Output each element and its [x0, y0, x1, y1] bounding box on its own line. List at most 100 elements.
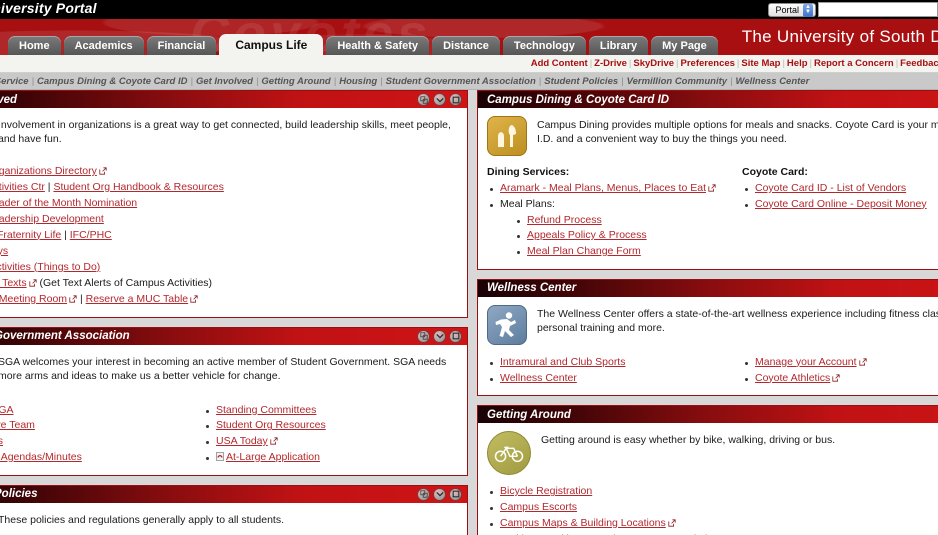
content-link[interactable]: Meeting Agendas/Minutes	[0, 451, 82, 463]
collapse-icon[interactable]	[433, 487, 446, 501]
content-link[interactable]: Student Organizations Directory	[0, 165, 97, 177]
content-link[interactable]: Campus Maps & Building Locations	[500, 517, 666, 529]
content-link[interactable]: Student Leader of the Month Nomination	[0, 197, 137, 209]
content-link[interactable]: Refund Process	[527, 214, 602, 226]
link-list-left: About SGA Executive Team Senators Meeting A…	[0, 403, 203, 466]
content-link[interactable]: Reserve a Meeting Room	[0, 293, 67, 305]
utility-link-preferences[interactable]: Preferences	[681, 58, 735, 69]
utility-link-z-drive[interactable]: Z-Drive	[594, 58, 627, 69]
tab-academics[interactable]: Academics	[63, 36, 144, 55]
external-link-icon	[858, 358, 867, 366]
content-link[interactable]: Student Activities Ctr	[0, 181, 45, 193]
content-link[interactable]: Campus Activities (Things to Do)	[0, 261, 100, 273]
utility-link-add-content[interactable]: Add Content	[531, 58, 588, 69]
content-link[interactable]: Manage your Account	[755, 356, 857, 368]
content-link[interactable]: Wellness Center	[500, 372, 577, 384]
content-link[interactable]: Bicycle Registration	[500, 485, 592, 497]
content-link[interactable]: IFC/PHC	[70, 229, 112, 241]
content-link[interactable]: Student Org Resources	[216, 419, 326, 431]
inline-link-lines: Student Organizations Directory Student A…	[0, 164, 458, 308]
collapse-icon[interactable]	[433, 329, 446, 343]
tab-campus-life[interactable]: Campus Life	[219, 34, 324, 55]
list-item: Appeals Policy & Process	[514, 228, 742, 244]
subnav-link-getting-around[interactable]: Getting Around	[261, 76, 330, 87]
utility-link-report-a-concern[interactable]: Report a Concern	[814, 58, 894, 69]
portlet-header: Student Policies	[0, 485, 467, 503]
subnav-link-housing[interactable]: Housing	[339, 76, 377, 87]
list-item: Manage your Account	[742, 355, 938, 371]
utility-link-feedback[interactable]: Feedback	[900, 58, 938, 69]
portlet-body: SGA welcomes your interest in becoming a…	[0, 345, 467, 475]
maximize-icon[interactable]	[449, 487, 462, 501]
stepper-arrows-icon[interactable]: ▲ ▼	[803, 3, 813, 17]
subnav-link-campus-dining-coyote-card-id[interactable]: Campus Dining & Coyote Card ID	[37, 76, 187, 87]
links-column-left: About SGA Executive Team Senators Meeting A…	[0, 403, 203, 466]
maximize-icon[interactable]	[449, 93, 462, 106]
content-link[interactable]: Appeals Policy & Process	[527, 229, 647, 241]
utility-link-help[interactable]: Help	[787, 58, 808, 69]
content-link[interactable]: Aramark - Meal Plans, Menus, Places to E…	[500, 182, 706, 194]
separator: |	[589, 58, 593, 69]
link-list-right: Standing Committees Student Org Resources…	[203, 403, 458, 466]
portlet-intro: These policies and regulations generally…	[0, 511, 458, 535]
subnav-link-student-government-association[interactable]: Student Government Association	[386, 76, 536, 87]
content-link[interactable]: Coyote Card Online - Deposit Money	[755, 198, 927, 210]
portlet-title: Wellness Center	[487, 282, 577, 295]
tab-distance[interactable]: Distance	[432, 36, 500, 55]
collapse-icon[interactable]	[433, 93, 446, 106]
link-list-right: Manage your Account Coyote Athletics	[742, 355, 938, 387]
content-link[interactable]: Senators	[0, 435, 3, 447]
portlet-intro-text: These policies and regulations generally…	[0, 513, 285, 526]
content-link[interactable]: Reserve a MUC Table	[86, 293, 189, 305]
search-input[interactable]	[818, 2, 938, 17]
subnav-link-vermillion-community[interactable]: Vermillion Community	[627, 76, 727, 87]
content-link[interactable]: Executive Team	[0, 419, 35, 431]
maximize-icon[interactable]	[449, 329, 462, 343]
links-column-left: Dining Services: Aramark - Meal Plans, Me…	[487, 166, 742, 260]
list-item: USA Today	[203, 434, 458, 450]
content-link[interactable]: Sorority & Fraternity Life	[0, 229, 61, 241]
list-item-note: |	[77, 292, 86, 305]
subnav-link-wellness-center[interactable]: Wellness Center	[736, 76, 810, 87]
content-link[interactable]: Meal Plan Change Form	[527, 245, 641, 257]
portlet-body: Campus Dining provides multiple options …	[478, 108, 938, 269]
content-link[interactable]: At-Large Application	[226, 451, 320, 463]
tab-financial[interactable]: Financial	[146, 36, 217, 55]
content-link[interactable]: Dakota Days	[0, 245, 8, 257]
content-link[interactable]: Campus Escorts	[500, 501, 577, 513]
tab-technology[interactable]: Technology	[502, 36, 586, 55]
subnav-link-student-policies[interactable]: Student Policies	[544, 76, 618, 87]
content-link[interactable]: COYOTES Texts	[0, 277, 27, 289]
tab-my-page[interactable]: My Page	[651, 36, 718, 55]
utility-link-skydrive[interactable]: SkyDrive	[633, 58, 674, 69]
portlet-body: The Wellness Center offers a state-of-th…	[478, 297, 938, 396]
content-link[interactable]: Coyote Card ID - List of Vendors	[755, 182, 906, 194]
tab-home[interactable]: Home	[8, 36, 61, 55]
separator: |	[255, 76, 259, 87]
tab-library[interactable]: Library	[588, 36, 649, 55]
content-link[interactable]: Intramural and Club Sports	[500, 356, 625, 368]
separator: |	[380, 76, 383, 87]
content-link[interactable]: USA Today	[216, 435, 268, 447]
list-item: Senators	[0, 434, 203, 450]
subnav-link-career-service[interactable]: Career Service	[0, 76, 29, 87]
portal-select[interactable]: Portal ▲ ▼	[768, 3, 816, 17]
tab-label: Distance	[443, 39, 489, 52]
content-link[interactable]: About SGA	[0, 404, 14, 416]
portlet-controls	[417, 93, 462, 106]
list-item: Meal Plans: Refund Process Appeals Policy …	[487, 197, 742, 260]
tab-label: Health & Safety	[337, 39, 419, 52]
settings-icon[interactable]	[417, 487, 430, 501]
settings-icon[interactable]	[417, 329, 430, 343]
utility-link-site-map[interactable]: Site Map	[741, 58, 780, 69]
content-link[interactable]: Student Leadership Development	[0, 213, 104, 225]
content-link[interactable]: Standing Committees	[216, 404, 316, 416]
settings-icon[interactable]	[417, 93, 430, 106]
tab-health-safety[interactable]: Health & Safety	[326, 36, 430, 55]
list-item: Wellness Center	[487, 371, 742, 387]
subnav-link-get-involved[interactable]: Get Involved	[196, 76, 253, 87]
links-column-right: Standing Committees Student Org Resources…	[203, 403, 458, 466]
portlet-student-policies: Student Policies These policies and regul…	[0, 484, 468, 535]
content-link[interactable]: Coyote Athletics	[755, 372, 830, 384]
content-link[interactable]: Student Org Handbook & Resources	[53, 181, 223, 193]
